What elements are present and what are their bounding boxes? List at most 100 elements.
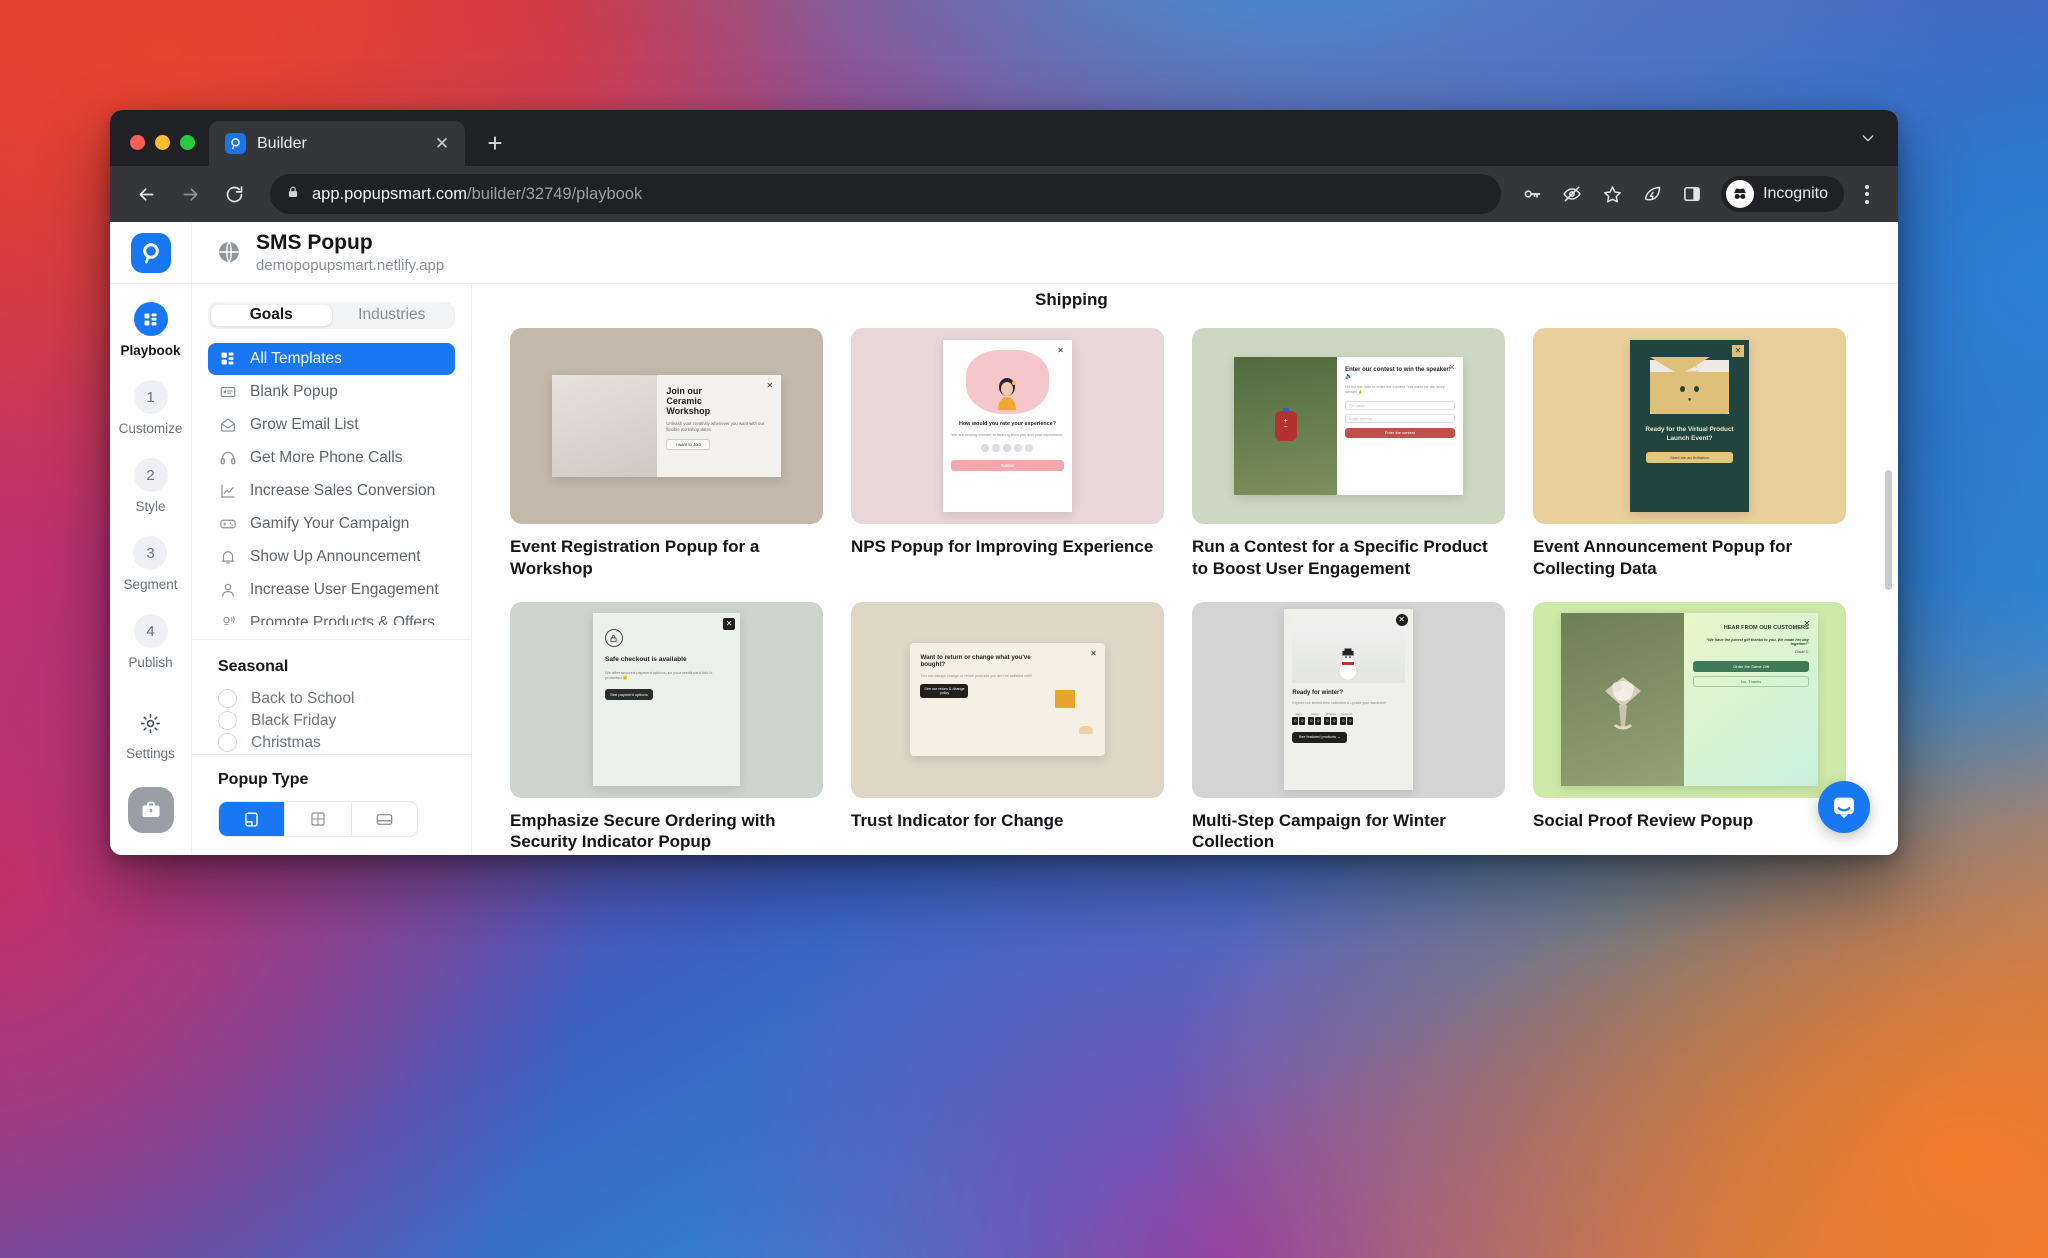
goal-item-get-more-phone-calls[interactable]: Get More Phone Calls [208, 442, 455, 474]
seasonal-option-black-friday[interactable]: Black Friday [192, 710, 471, 732]
reload-icon[interactable] [214, 174, 254, 214]
gear-icon [139, 712, 162, 740]
step-rail: Playbook 1 Customize 2 Style 3 Segment 4… [110, 284, 192, 855]
step-badge: 3 [133, 536, 168, 570]
template-card[interactable]: Join our Ceramic Workshop Unleash your cre… [510, 328, 823, 580]
seasonal-option-christmas[interactable]: Christmas [192, 732, 471, 754]
minimize-window-button[interactable] [155, 135, 170, 150]
goal-item-promote-products-offers[interactable]: Promote Products & Offers [208, 607, 455, 626]
tab-industries[interactable]: Industries [332, 305, 453, 326]
kebab-menu-icon[interactable] [1850, 175, 1884, 213]
incognito-avatar-icon [1726, 180, 1755, 208]
back-arrow-icon[interactable] [126, 174, 166, 214]
side-panel-icon[interactable] [1673, 175, 1711, 213]
chevron-down-icon[interactable] [1860, 130, 1898, 166]
popup-corner-icon[interactable] [219, 802, 286, 836]
template-card[interactable]: + − Enter our contest to win the speaker!… [1192, 328, 1505, 580]
goal-list: All Templates Blank Popup Grow Email Lis… [192, 342, 471, 626]
app-brand[interactable] [110, 222, 192, 283]
template-title: Multi-Step Campaign for Winter Collectio… [1192, 810, 1446, 852]
maximize-window-button[interactable] [180, 135, 195, 150]
close-icon[interactable]: ✕ [1088, 648, 1100, 660]
template-card[interactable]: How would you rate your experience? We a… [851, 328, 1164, 580]
sidebar-item-label: Settings [126, 746, 175, 761]
leaf-icon[interactable] [1633, 175, 1671, 213]
address-bar[interactable]: app.popupsmart.com/builder/32749/playboo… [270, 174, 1502, 214]
url-path: /builder/32749/playbook [467, 184, 643, 203]
popup-type-toggle-group [218, 801, 418, 837]
browser-tab-strip: Builder ✕ + [110, 110, 1898, 166]
template-thumbnail: Safe checkout is available We offer secu… [510, 601, 823, 798]
template-card[interactable]: HEAR FROM OUR CUSTOMERS “We have the pur… [1533, 601, 1846, 854]
cut-off-card-title: Shipping [1035, 290, 1108, 309]
goal-item-increase-user-engagement[interactable]: Increase User Engagement [208, 574, 455, 606]
radio-icon[interactable] [218, 689, 237, 709]
radio-icon[interactable] [218, 733, 237, 753]
profile-incognito-button[interactable]: Incognito [1721, 176, 1844, 212]
site-info[interactable]: SMS Popup demopopupsmart.netlify.app [192, 231, 444, 274]
template-thumbnail: Ready for winter? Explore our limited-ti… [1192, 601, 1505, 798]
popup-bar-icon[interactable] [352, 802, 417, 836]
window-traffic-lights [130, 135, 209, 166]
plus-icon[interactable]: + [475, 123, 515, 163]
browser-tab[interactable]: Builder ✕ [209, 121, 465, 166]
popup-type-section: Popup Type [192, 754, 471, 855]
browser-tab-title: Builder [257, 134, 307, 152]
chat-bubble-icon[interactable] [1818, 781, 1870, 833]
key-icon[interactable] [1513, 175, 1551, 213]
template-card[interactable]: You're Invited ● Ready for the Virtual Pr… [1533, 328, 1846, 580]
goal-item-all-templates[interactable]: All Templates [208, 342, 455, 375]
close-icon[interactable]: ✕ [1395, 614, 1408, 627]
close-icon[interactable]: ✕ [431, 133, 453, 155]
lock-icon [604, 629, 623, 648]
template-thumbnail: Want to return or change what you've bou… [851, 601, 1164, 798]
profile-label: Incognito [1763, 185, 1828, 202]
sidebar-item-segment[interactable]: 3 Segment [123, 536, 178, 592]
sidebar-item-publish[interactable]: 4 Publish [128, 614, 173, 670]
sidebar-item-settings[interactable]: Settings [126, 712, 175, 761]
goal-item-gamify-your-campaign[interactable]: Gamify Your Campaign [208, 508, 455, 540]
goal-item-blank-popup[interactable]: Blank Popup [208, 376, 455, 408]
template-thumbnail: HEAR FROM OUR CUSTOMERS “We have the pur… [1533, 601, 1846, 798]
forward-arrow-icon[interactable] [170, 174, 210, 214]
sidebar-item-playbook[interactable]: Playbook [120, 302, 181, 358]
vertical-scrollbar-thumb[interactable] [1885, 470, 1892, 590]
goal-item-increase-sales-conversion[interactable]: Increase Sales Conversion [208, 475, 455, 507]
panel-tabs: Goals Industries [208, 302, 455, 329]
sidebar-item-customize[interactable]: 1 Customize [119, 380, 182, 436]
user-icon [218, 580, 237, 599]
briefcase-icon[interactable] [127, 787, 174, 833]
popup-fullscreen-icon[interactable] [285, 802, 352, 836]
goal-item-show-up-announcement[interactable]: Show Up Announcement [208, 541, 455, 573]
line-chart-icon [218, 481, 237, 500]
close-icon[interactable]: ✕ [1446, 362, 1458, 374]
close-icon[interactable]: ✕ [1055, 345, 1067, 357]
star-icon[interactable] [1593, 175, 1631, 213]
seasonal-option-back-to-school[interactable]: Back to School [192, 688, 471, 710]
user-megaphone-icon [218, 613, 237, 626]
templates-scroll-region[interactable]: Shipping Join our Ceramic Workshop Unleash… [472, 284, 1898, 855]
radio-icon[interactable] [218, 711, 237, 731]
page-title: SMS Popup [256, 230, 373, 254]
goal-item-label: Gamify Your Campaign [250, 514, 410, 532]
template-card[interactable]: Want to return or change what you've bou… [851, 601, 1164, 854]
goal-item-grow-email-list[interactable]: Grow Email List [208, 409, 455, 441]
address-bar-url: app.popupsmart.com/builder/32749/playboo… [312, 185, 642, 204]
template-thumbnail: Join our Ceramic Workshop Unleash your cre… [510, 328, 823, 524]
close-icon[interactable]: ✕ [723, 618, 736, 631]
sidebar-item-style[interactable]: 2 Style [133, 458, 168, 514]
template-card[interactable]: Safe checkout is available We offer secu… [510, 601, 823, 854]
close-icon[interactable]: ✕ [764, 380, 776, 392]
tab-goals[interactable]: Goals [211, 305, 332, 326]
goal-item-label: Get More Phone Calls [250, 448, 403, 466]
close-icon[interactable]: ✕ [1801, 618, 1813, 630]
close-window-button[interactable] [130, 135, 145, 150]
template-title: Trust Indicator for Change [851, 810, 1064, 830]
eye-off-icon[interactable] [1553, 175, 1591, 213]
template-title: NPS Popup for Improving Experience [851, 537, 1154, 556]
close-icon[interactable]: ✕ [1731, 344, 1744, 357]
app-header: SMS Popup demopopupsmart.netlify.app [110, 222, 1898, 284]
template-card[interactable]: Ready for winter? Explore our limited-ti… [1192, 601, 1505, 854]
template-title: Event Registration Popup for a Workshop [510, 537, 760, 578]
templates-area: Shipping Join our Ceramic Workshop Unleash… [472, 284, 1898, 855]
